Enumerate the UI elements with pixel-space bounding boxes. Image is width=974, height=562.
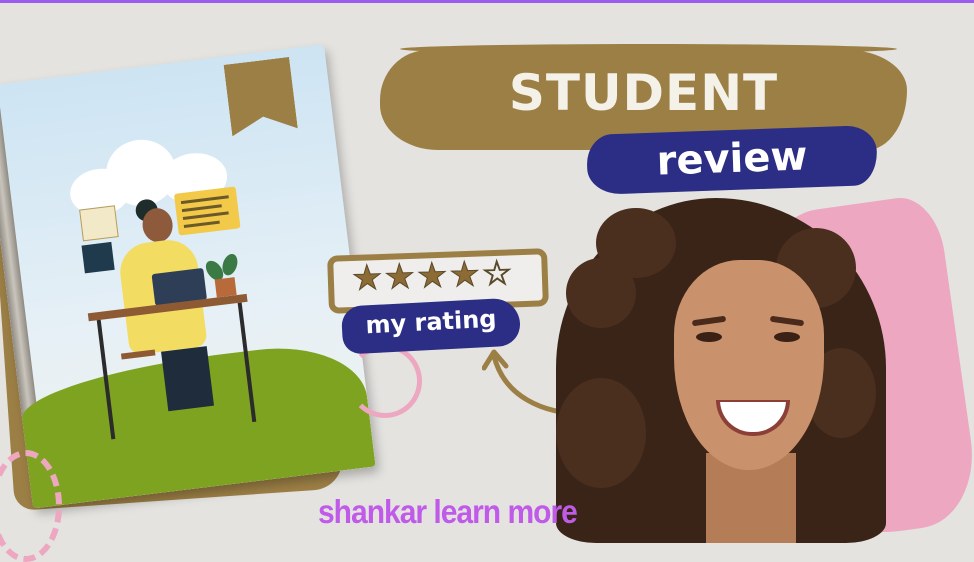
- star-filled-icon: ★: [351, 257, 384, 299]
- star-rating: ★ ★ ★ ★ ☆: [351, 253, 514, 300]
- chair: [120, 349, 156, 360]
- star-filled-icon: ★: [416, 255, 449, 297]
- eyebrow: [769, 315, 805, 327]
- person-legs: [161, 346, 215, 412]
- eye: [774, 332, 800, 342]
- top-border: [0, 0, 974, 3]
- star-filled-icon: ★: [448, 254, 481, 296]
- book-cover-illustration: [0, 44, 376, 509]
- pink-scribble-decoration: [348, 344, 422, 418]
- star-filled-icon: ★: [383, 256, 416, 298]
- eye: [696, 332, 722, 342]
- plant-pot-icon: [214, 277, 237, 298]
- hair-curl: [596, 208, 676, 278]
- bookmark-icon: [224, 57, 298, 137]
- smile: [716, 400, 790, 436]
- brand-caption: shankar learn more: [318, 493, 578, 531]
- bar-chart-icon: [81, 241, 115, 274]
- star-empty-icon: ☆: [481, 253, 514, 295]
- eyebrow: [691, 315, 727, 327]
- hair-curl: [556, 378, 646, 488]
- person-head: [140, 206, 175, 244]
- dashboard-panel-icon: [173, 186, 241, 236]
- line-chart-icon: [79, 205, 119, 242]
- title-student: STUDENT: [508, 64, 779, 122]
- student-photo: [556, 198, 916, 543]
